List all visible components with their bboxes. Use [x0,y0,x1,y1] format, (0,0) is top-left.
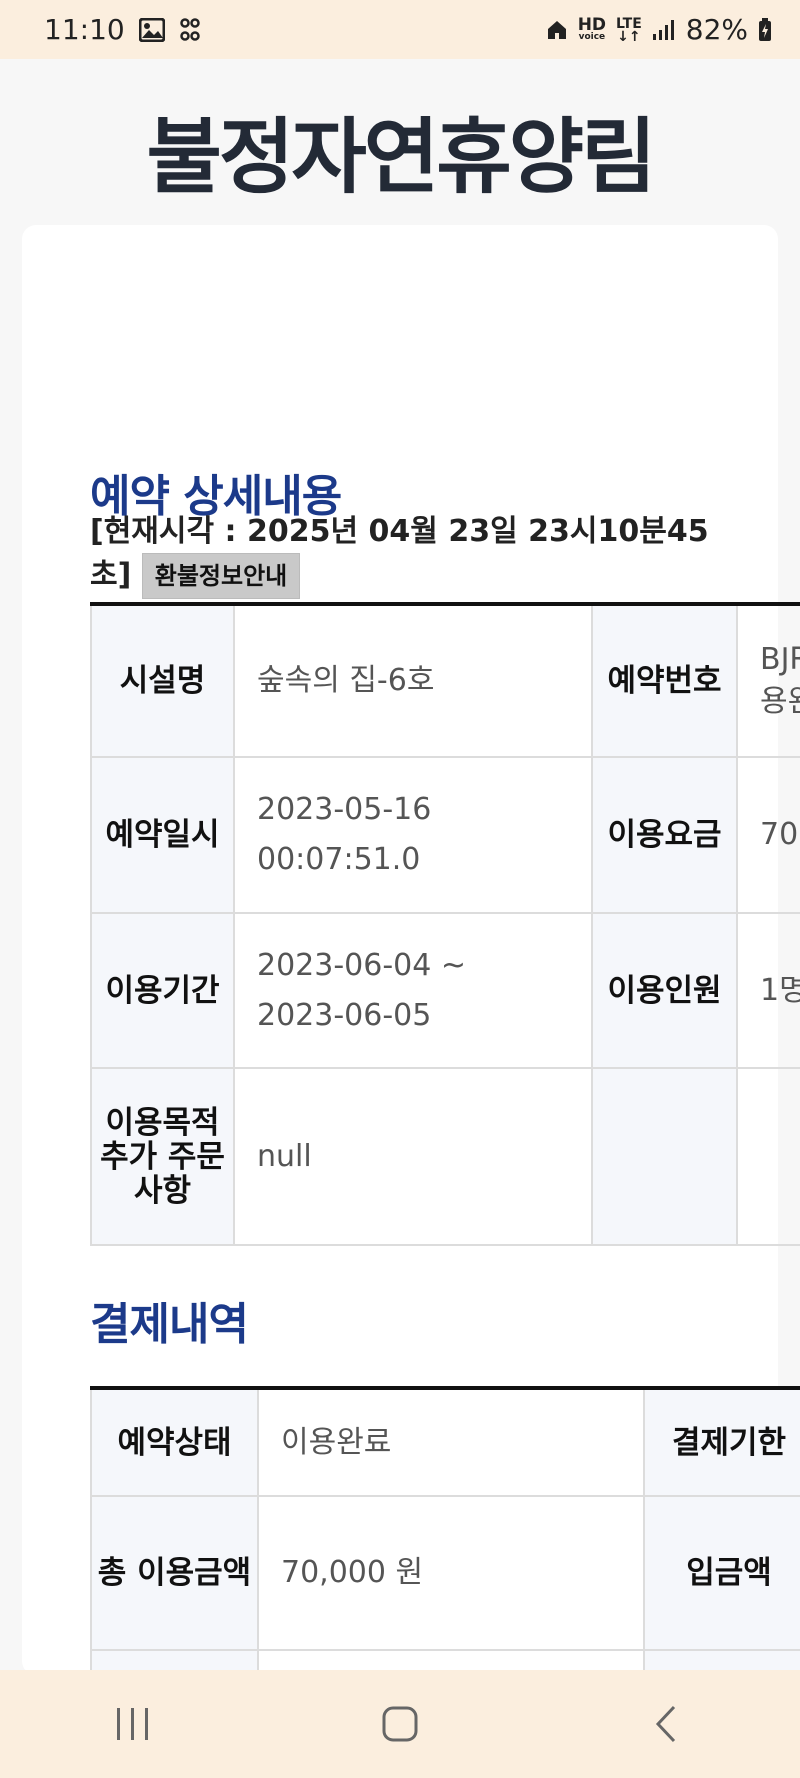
facility-value: 숲속의 집-6호 [233,603,593,758]
next-row-label [90,1649,259,1670]
payment-table: 예약상태 이용완료 결제기한 총 이용금액 70,000 원 입금액 [90,1386,800,1670]
reservation-date-label: 예약일시 [90,756,235,914]
table-row: 시설명 숲속의 집-6호 예약번호 BJR 용완 [90,603,800,758]
status-label: 예약상태 [90,1387,259,1497]
deposit-label: 입금액 [643,1495,800,1651]
reservation-number-label: 예약번호 [591,603,738,758]
content-area: 예약 상세내용 [현재시각 : 2025년 04월 23일 23시10분45초]… [0,0,800,1670]
table-row: 예약상태 이용완료 결제기한 [90,1387,800,1497]
back-button[interactable] [627,1694,707,1754]
table-row: 이용기간 2023-06-04 ~ 2023-06-05 이용인원 1명 [90,912,800,1069]
facility-label: 시설명 [90,603,235,758]
purpose-value: null [233,1067,593,1246]
navigation-bar [0,1670,800,1778]
reservation-table: 시설명 숲속의 집-6호 예약번호 BJR 용완 예약일시 2023-05-16… [90,602,800,1246]
payment-heading: 결제내역 [90,1299,249,1350]
reservation-date-value: 2023-05-16 00:07:51.0 [233,756,593,914]
next-row-value [257,1649,645,1670]
recents-button[interactable] [93,1694,173,1754]
table-row [90,1649,800,1670]
usage-period-label: 이용기간 [90,912,235,1069]
back-icon [655,1705,675,1743]
empty-label [591,1067,738,1246]
table-row: 총 이용금액 70,000 원 입금액 [90,1495,800,1651]
usage-period-value: 2023-06-04 ~ 2023-06-05 [233,912,593,1069]
guest-count-label: 이용인원 [591,912,738,1069]
recents-icon [117,1708,149,1740]
reservation-number-value: BJR 용완 [736,603,800,758]
empty-value [736,1067,800,1246]
status-value: 이용완료 [257,1387,645,1497]
total-amount-value: 70,000 원 [257,1495,645,1651]
usage-fee-value: 70 [736,756,800,914]
usage-fee-label: 이용요금 [591,756,738,914]
table-row: 이용목적 추가 주문 사항 null [90,1067,800,1246]
total-amount-label: 총 이용금액 [90,1495,259,1651]
home-nav-icon [382,1706,418,1742]
payment-deadline-label: 결제기한 [643,1387,800,1497]
table-row: 예약일시 2023-05-16 00:07:51.0 이용요금 70 [90,756,800,914]
purpose-label: 이용목적 추가 주문 사항 [90,1067,235,1246]
current-time: [현재시각 : 2025년 04월 23일 23시10분45초] 환불정보안내 [90,510,710,599]
home-nav-button[interactable] [360,1694,440,1754]
refund-info-button[interactable]: 환불정보안내 [141,553,301,599]
next-row-label2 [643,1649,800,1670]
guest-count-value: 1명 [736,912,800,1069]
